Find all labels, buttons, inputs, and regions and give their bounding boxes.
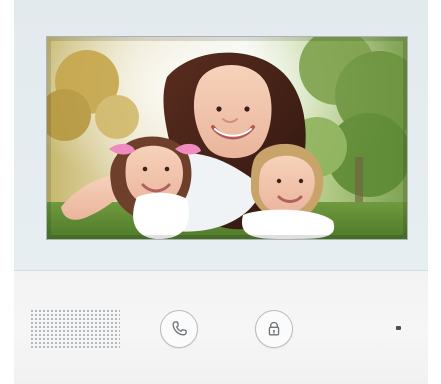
intercom-monitor-photo	[0, 0, 441, 384]
padlock-icon	[268, 321, 280, 336]
unlock-button[interactable]	[255, 310, 293, 348]
family-photo	[47, 37, 407, 239]
video-screen	[46, 36, 408, 240]
speaker-grille	[30, 309, 120, 349]
phone-handset-icon	[172, 321, 187, 336]
status-led	[396, 326, 401, 330]
call-button[interactable]	[160, 310, 198, 348]
